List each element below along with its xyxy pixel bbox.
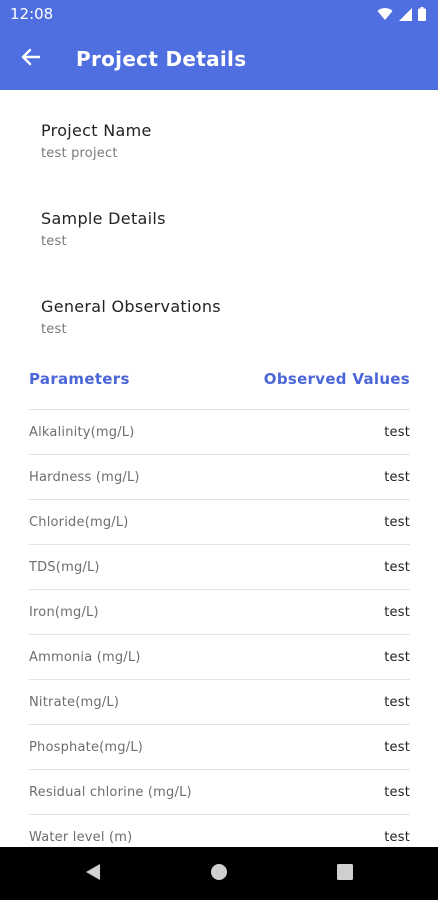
table-row: Iron(mg/L) test xyxy=(29,590,410,635)
back-button[interactable] xyxy=(0,28,60,90)
nav-back-button[interactable] xyxy=(78,859,108,889)
square-recents-icon xyxy=(337,864,353,884)
parameter-name: Alkalinity(mg/L) xyxy=(29,424,135,440)
wifi-icon xyxy=(377,7,393,21)
parameter-value: test xyxy=(384,694,410,710)
project-name-value: test project xyxy=(41,146,118,161)
sample-details-label: Sample Details xyxy=(41,209,166,228)
general-observations-value: test xyxy=(41,322,67,337)
parameter-name: Iron(mg/L) xyxy=(29,604,99,620)
table-row: Nitrate(mg/L) test xyxy=(29,680,410,725)
sample-details-block: Sample Details test xyxy=(41,209,166,249)
app-bar: Project Details xyxy=(0,28,438,90)
battery-icon xyxy=(418,7,426,21)
page-title: Project Details xyxy=(76,47,247,71)
table-row: Water level (m) test xyxy=(29,815,410,847)
table-row: Hardness (mg/L) test xyxy=(29,455,410,500)
general-observations-label: General Observations xyxy=(41,297,221,316)
parameter-name: Chloride(mg/L) xyxy=(29,514,129,530)
table-row: Residual chlorine (mg/L) test xyxy=(29,770,410,815)
parameter-name: Water level (m) xyxy=(29,829,133,845)
parameter-value: test xyxy=(384,424,410,440)
parameter-value: test xyxy=(384,649,410,665)
project-name-label: Project Name xyxy=(41,121,152,140)
parameter-name: Residual chlorine (mg/L) xyxy=(29,784,192,800)
parameter-name: TDS(mg/L) xyxy=(29,559,100,575)
nav-home-button[interactable] xyxy=(204,859,234,889)
parameter-name: Nitrate(mg/L) xyxy=(29,694,120,710)
parameter-value: test xyxy=(384,784,410,800)
parameter-value: test xyxy=(384,829,410,845)
parameters-table: Alkalinity(mg/L) test Hardness (mg/L) test C… xyxy=(29,410,410,847)
parameter-name: Ammonia (mg/L) xyxy=(29,649,141,665)
project-details-content[interactable]: Project Name test project Sample Details… xyxy=(0,90,438,847)
system-nav-bar xyxy=(0,847,438,900)
table-row: Ammonia (mg/L) test xyxy=(29,635,410,680)
signal-icon xyxy=(399,7,412,21)
table-row: TDS(mg/L) test xyxy=(29,545,410,590)
status-bar: 12:08 xyxy=(0,0,438,28)
parameter-value: test xyxy=(384,514,410,530)
arrow-left-icon xyxy=(20,48,41,70)
parameter-value: test xyxy=(384,604,410,620)
nav-recents-button[interactable] xyxy=(330,859,360,889)
status-time: 12:08 xyxy=(10,5,54,23)
triangle-back-icon xyxy=(85,863,101,885)
table-header: Parameters Observed Values xyxy=(29,370,410,388)
parameter-name: Hardness (mg/L) xyxy=(29,469,140,485)
table-row: Chloride(mg/L) test xyxy=(29,500,410,545)
parameter-name: Phosphate(mg/L) xyxy=(29,739,144,755)
parameter-value: test xyxy=(384,559,410,575)
table-row: Alkalinity(mg/L) test xyxy=(29,410,410,455)
general-observations-block: General Observations test xyxy=(41,297,221,337)
parameter-value: test xyxy=(384,739,410,755)
table-row: Phosphate(mg/L) test xyxy=(29,725,410,770)
status-icons xyxy=(377,7,426,21)
sample-details-value: test xyxy=(41,234,67,249)
parameters-header: Parameters xyxy=(29,370,130,388)
circle-home-icon xyxy=(210,863,228,885)
project-name-block: Project Name test project xyxy=(41,121,152,161)
parameter-value: test xyxy=(384,469,410,485)
observed-values-header: Observed Values xyxy=(263,370,410,388)
